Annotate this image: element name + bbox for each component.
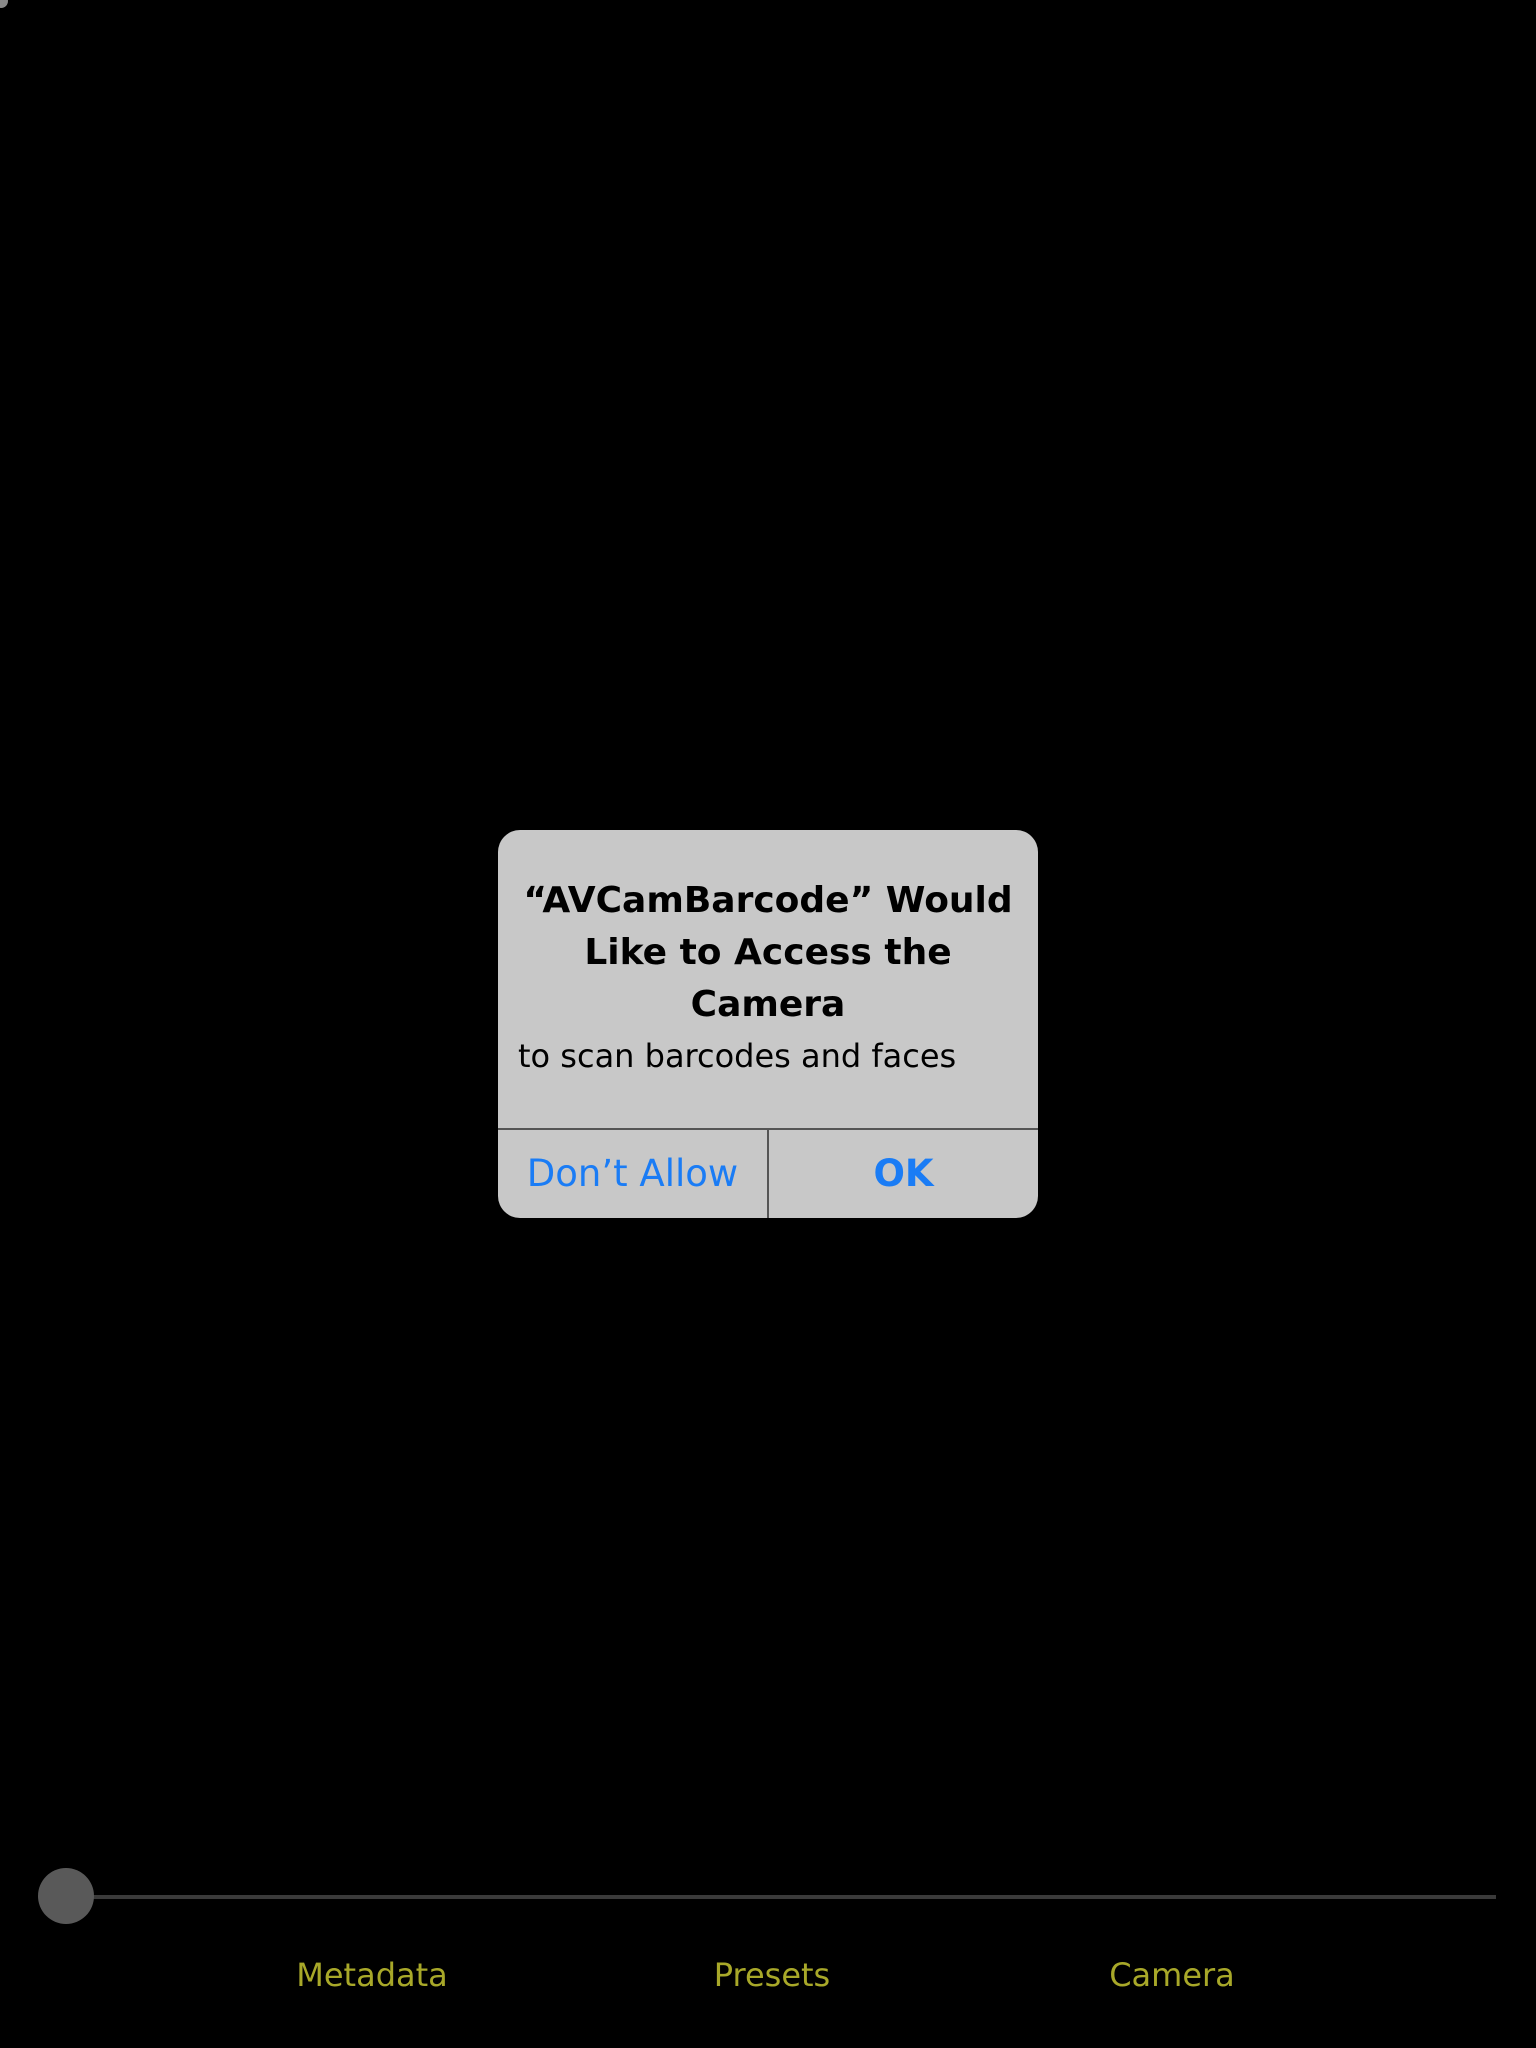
status-indicator-dot [0,0,8,8]
tab-camera[interactable]: Camera [1072,1948,1272,2002]
camera-permission-alert: “AVCamBarcode” Would Like to Access the … [498,830,1038,1218]
camera-screen: “AVCamBarcode” Would Like to Access the … [0,0,1536,2048]
tab-metadata[interactable]: Metadata [272,1948,472,2002]
zoom-slider-track[interactable] [66,1895,1496,1899]
alert-title: “AVCamBarcode” Would Like to Access the … [523,880,1013,1025]
alert-body: “AVCamBarcode” Would Like to Access the … [498,830,1038,1128]
tab-presets[interactable]: Presets [672,1948,872,2002]
ok-button[interactable]: OK [769,1130,1038,1218]
dont-allow-button[interactable]: Don’t Allow [498,1130,767,1218]
alert-message: to scan barcodes and faces [518,1037,957,1075]
zoom-slider-thumb[interactable] [38,1868,94,1924]
